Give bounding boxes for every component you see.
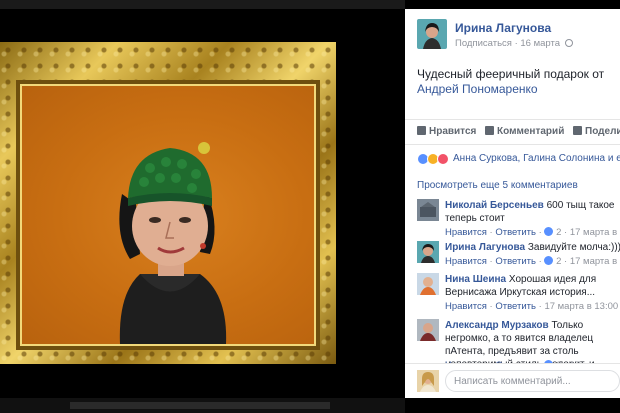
comment-like-link[interactable]: Нравится [445, 227, 487, 238]
comment-date[interactable]: 17 марта в 13:00 [544, 301, 618, 312]
comment-item: Николай Берсеньев 600 тыщ такое теперь с… [417, 199, 620, 241]
comment-input[interactable] [445, 370, 620, 392]
photo-viewer[interactable] [0, 0, 405, 413]
post-mention-link[interactable]: Андрей Пономаренко [417, 82, 538, 96]
comment-like-icon [544, 256, 554, 265]
comment-body: Николай Берсеньев 600 тыщ такое теперь с… [445, 199, 620, 225]
post-text-body: Чудесный фееричный подарок от [417, 67, 605, 81]
comment-label: Комментарий [497, 126, 565, 137]
comment-button[interactable]: Комментарий [485, 126, 564, 137]
comment-avatar[interactable] [417, 319, 439, 341]
post-header: Ирина Лагунова Подписаться · 16 марта [417, 19, 617, 55]
comment-icon [485, 126, 494, 135]
comment-like-icon [544, 227, 554, 236]
comment-reply-link[interactable]: Ответить [495, 256, 536, 267]
comment-author[interactable]: Александр Мурзаков [445, 320, 549, 331]
comment-like-link[interactable]: Нравится [445, 256, 487, 267]
comment-item: Нина Шеина Хорошая идея для Вернисажа Ир… [417, 273, 620, 319]
post-panel: Ирина Лагунова Подписаться · 16 марта Чу… [405, 9, 620, 398]
painting-canvas [22, 86, 314, 344]
current-user-avatar [417, 370, 439, 392]
author-avatar[interactable] [417, 19, 447, 49]
portrait-image [119, 142, 227, 344]
comment-text: Завидуйте молча:))) [527, 242, 620, 253]
comment-item: Александр Мурзаков Только негромко, а то… [417, 319, 620, 383]
like-label: Нравится [429, 126, 477, 137]
comment-meta: Нравится · Ответить · 2 · 17 марта в 9:.… [445, 227, 620, 238]
comment-meta: Нравится · Ответить · 2 · 17 марта в 9:.… [445, 256, 620, 267]
viewer-bottom-bar [0, 398, 405, 413]
reactions-summary[interactable]: Анна Суркова, Галина Солонина и еще [417, 151, 620, 169]
post-actions: Нравится Комментарий Поделиться [405, 119, 620, 145]
view-more-comments-link[interactable]: Просмотреть еще 5 комментариев [417, 180, 578, 191]
comment-body: Нина Шеина Хорошая идея для Вернисажа Ир… [445, 273, 620, 299]
comment-item: Ирина Лагунова Завидуйте молча:))) Нрави… [417, 241, 620, 275]
comment-reply-link[interactable]: Ответить [495, 301, 536, 312]
subscribe-link[interactable]: Подписаться [455, 38, 512, 49]
comment-meta: Нравится · Ответить · 17 марта в 13:00 [445, 301, 619, 312]
author-name[interactable]: Ирина Лагунова [455, 21, 551, 35]
comment-like-link[interactable]: Нравится [445, 301, 487, 312]
comment-body: Ирина Лагунова Завидуйте молча:))) [445, 241, 620, 254]
share-label: Поделиться [585, 126, 620, 137]
comment-reply-link[interactable]: Ответить [495, 227, 536, 238]
reactors-names[interactable]: Анна Суркова, Галина Солонина и еще [453, 153, 620, 164]
comment-date[interactable]: 17 марта в 9:... [570, 256, 620, 267]
gold-frame [0, 42, 336, 364]
love-reaction-icon [437, 153, 449, 165]
post-text: Чудесный фееричный подарок от Андрей Пон… [417, 67, 620, 97]
comment-avatar[interactable] [417, 241, 439, 263]
comment-like-count: 2 [556, 227, 562, 238]
share-button[interactable]: Поделиться [573, 126, 620, 137]
comment-composer [405, 363, 620, 398]
share-icon [573, 126, 582, 135]
like-button[interactable]: Нравится [417, 126, 476, 137]
comment-avatar[interactable] [417, 273, 439, 295]
comment-date[interactable]: 17 марта в 9:... [570, 227, 620, 238]
like-icon [417, 126, 426, 135]
comment-avatar[interactable] [417, 199, 439, 221]
comment-like-count: 2 [556, 256, 562, 267]
comment-author[interactable]: Нина Шеина [445, 274, 506, 285]
viewer-top-bar [0, 0, 405, 9]
post-meta: Подписаться · 16 марта [455, 38, 573, 49]
viewer-caption-strip [70, 402, 330, 409]
comment-author[interactable]: Ирина Лагунова [445, 242, 525, 253]
globe-icon [564, 39, 573, 47]
post-date[interactable]: 16 марта [520, 38, 560, 49]
comment-author[interactable]: Николай Берсеньев [445, 200, 544, 211]
